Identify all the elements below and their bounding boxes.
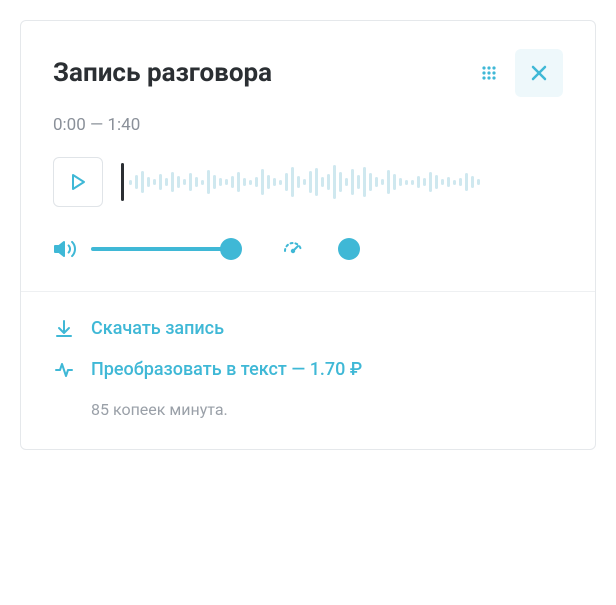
- playback-controls: [53, 237, 563, 261]
- price-footnote: 85 копеек минута.: [91, 400, 563, 419]
- activity-icon: [53, 360, 75, 380]
- audio-player: [53, 157, 563, 207]
- download-icon: [53, 319, 75, 339]
- close-button[interactable]: [515, 49, 563, 97]
- download-label: Скачать запись: [91, 318, 224, 339]
- transcribe-action[interactable]: Преобразовать в текст — 1.70 ₽: [53, 359, 563, 380]
- recording-panel: Запись разговора 0:00 — 1:40: [20, 20, 596, 450]
- volume-icon: [53, 237, 77, 261]
- download-action[interactable]: Скачать запись: [53, 318, 563, 339]
- playhead[interactable]: [121, 163, 124, 201]
- waveform[interactable]: [121, 157, 563, 207]
- divider: [21, 291, 595, 292]
- speed-icon: [281, 237, 305, 261]
- header-actions: [477, 49, 563, 97]
- volume-control: [53, 237, 231, 261]
- time-range: 0:00 — 1:40: [53, 115, 563, 135]
- panel-header: Запись разговора: [53, 49, 563, 97]
- volume-slider[interactable]: [91, 239, 231, 259]
- transcribe-label: Преобразовать в текст — 1.70 ₽: [91, 359, 362, 380]
- panel-title: Запись разговора: [53, 58, 272, 88]
- drag-handle-icon[interactable]: [477, 61, 501, 85]
- speed-slider[interactable]: [319, 239, 439, 259]
- speed-control: [281, 237, 439, 261]
- play-button[interactable]: [53, 157, 103, 207]
